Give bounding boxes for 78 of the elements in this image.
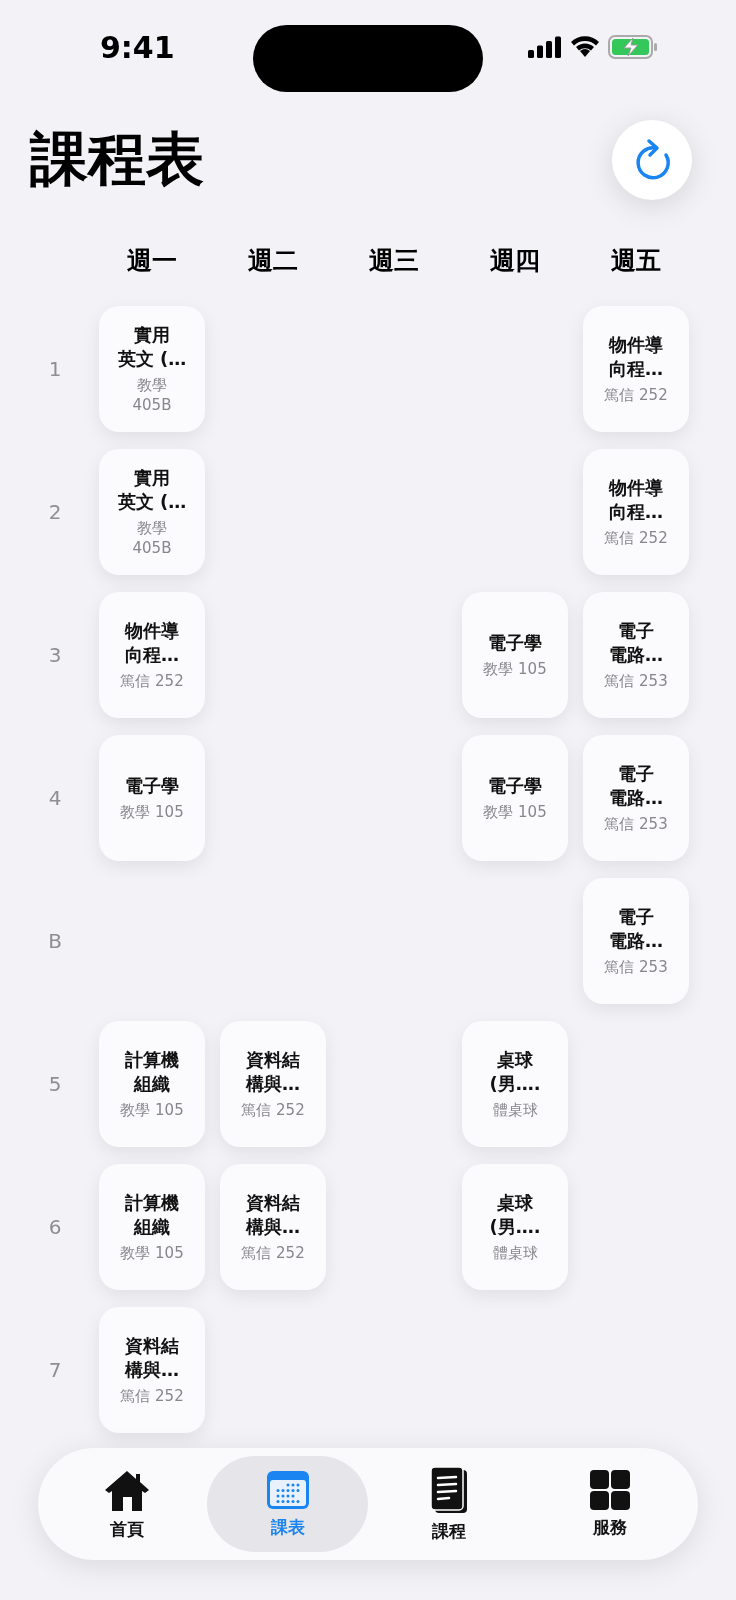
tab[interactable]: 服務 <box>529 1456 690 1552</box>
class-card[interactable]: 電子 電路… 篤信 253 <box>583 735 689 861</box>
classroom: 篤信 252 <box>241 1243 305 1263</box>
class-card[interactable]: 電子學 教學 105 <box>99 735 205 861</box>
classroom: 教學 405B <box>132 518 172 558</box>
classroom: 教學 105 <box>483 659 547 679</box>
period-label: 7 <box>47 1358 63 1382</box>
classroom: 篤信 252 <box>120 1386 184 1406</box>
course-name: 電子學 <box>125 774 179 798</box>
classroom: 篤信 253 <box>604 671 668 691</box>
course-name: 電子 電路… <box>609 905 663 953</box>
course-name: 電子 電路… <box>609 762 663 810</box>
period-label: 3 <box>47 643 63 667</box>
day-header: 週一 <box>126 245 178 277</box>
period-label: 2 <box>47 500 63 524</box>
calendar-icon <box>265 1469 310 1510</box>
day-header: 週五 <box>610 245 662 277</box>
day-header: 週四 <box>489 245 541 277</box>
day-header: 週三 <box>368 245 420 277</box>
class-card[interactable]: 實用 英文 (… 教學 405B <box>99 449 205 575</box>
class-card[interactable]: 資料結 構與… 篤信 252 <box>99 1307 205 1433</box>
document-icon <box>428 1465 469 1514</box>
classroom: 教學 105 <box>120 1243 184 1263</box>
class-card[interactable]: 桌球 (男…. 體桌球 <box>462 1164 568 1290</box>
day-header: 週二 <box>247 245 299 277</box>
course-name: 物件導 向程… <box>609 333 663 381</box>
class-card[interactable]: 電子學 教學 105 <box>462 592 568 718</box>
class-card[interactable]: 物件導 向程… 篤信 252 <box>583 449 689 575</box>
classroom: 教學 105 <box>120 1100 184 1120</box>
class-card[interactable]: 計算機 組織 教學 105 <box>99 1164 205 1290</box>
classroom: 教學 105 <box>483 802 547 822</box>
course-name: 桌球 (男…. <box>489 1191 541 1239</box>
status-time: 9:41 <box>100 29 175 65</box>
period-label: 1 <box>47 357 63 381</box>
class-card[interactable]: 實用 英文 (… 教學 405B <box>99 306 205 432</box>
class-card[interactable]: 物件導 向程… 篤信 252 <box>99 592 205 718</box>
classroom: 教學 105 <box>120 802 184 822</box>
classroom: 篤信 252 <box>241 1100 305 1120</box>
course-name: 桌球 (男…. <box>489 1048 541 1096</box>
course-name: 電子學 <box>488 774 542 798</box>
period-label: B <box>47 929 63 953</box>
class-card[interactable]: 計算機 組織 教學 105 <box>99 1021 205 1147</box>
course-name: 計算機 組織 <box>125 1048 179 1096</box>
course-name: 物件導 向程… <box>609 476 663 524</box>
classroom: 教學 405B <box>132 375 172 415</box>
wifi-icon <box>570 36 600 58</box>
class-card[interactable]: 電子 電路… 篤信 253 <box>583 592 689 718</box>
course-name: 電子學 <box>488 631 542 655</box>
classroom: 篤信 253 <box>604 957 668 977</box>
class-card[interactable]: 桌球 (男…. 體桌球 <box>462 1021 568 1147</box>
battery-charging-icon <box>608 35 658 59</box>
class-card[interactable]: 資料結 構與… 篤信 252 <box>220 1164 326 1290</box>
grid-icon <box>589 1469 630 1510</box>
class-card[interactable]: 物件導 向程… 篤信 252 <box>583 306 689 432</box>
classroom: 篤信 252 <box>604 528 668 548</box>
classroom: 篤信 252 <box>120 671 184 691</box>
course-name: 資料結 構與… <box>246 1048 300 1096</box>
course-name: 計算機 組織 <box>125 1191 179 1239</box>
course-name: 物件導 向程… <box>125 619 179 667</box>
classroom: 體桌球 <box>492 1100 538 1120</box>
class-card[interactable]: 資料結 構與… 篤信 252 <box>220 1021 326 1147</box>
course-name: 實用 英文 (… <box>117 466 187 514</box>
period-label: 5 <box>47 1072 63 1096</box>
course-name: 資料結 構與… <box>125 1334 179 1382</box>
period-label: 6 <box>47 1215 63 1239</box>
class-card[interactable]: 電子 電路… 篤信 253 <box>583 878 689 1004</box>
classroom: 篤信 253 <box>604 814 668 834</box>
period-label: 4 <box>47 786 63 810</box>
classroom: 篤信 252 <box>604 385 668 405</box>
page-title: 課程表 <box>30 124 204 195</box>
class-card[interactable]: 電子學 教學 105 <box>462 735 568 861</box>
course-name: 實用 英文 (… <box>117 323 187 371</box>
classroom: 體桌球 <box>492 1243 538 1263</box>
course-name: 資料結 構與… <box>246 1191 300 1239</box>
tab[interactable]: 課程 <box>368 1456 529 1552</box>
course-name: 電子 電路… <box>609 619 663 667</box>
signal-icon <box>528 36 562 58</box>
tab[interactable]: 首頁 <box>46 1456 207 1552</box>
